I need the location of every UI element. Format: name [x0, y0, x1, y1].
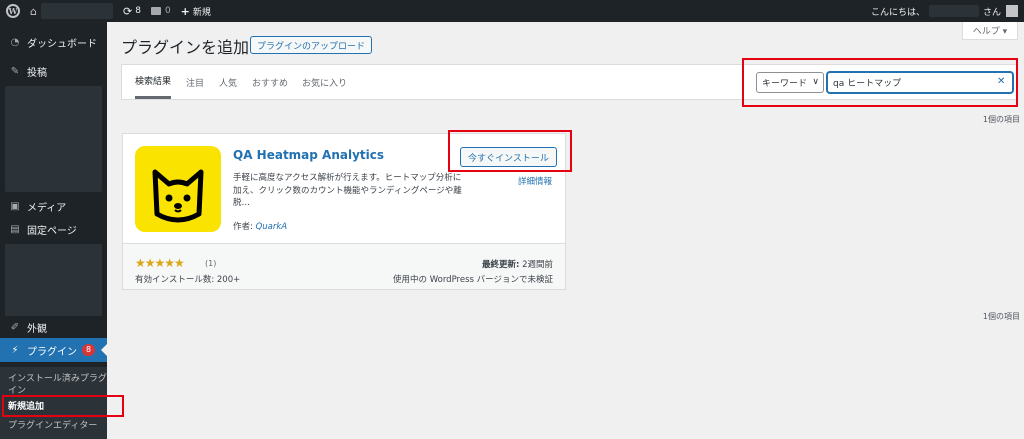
sidebar-item-posts[interactable]: ✎ 投稿 — [0, 59, 107, 83]
tab-popular[interactable]: 人気 — [219, 65, 237, 99]
sidebar-item-label: 投稿 — [27, 67, 47, 79]
submenu-plugin-editor[interactable]: プラグインエディター — [8, 420, 97, 432]
home-icon: ⌂ — [30, 4, 37, 18]
new-content-menu[interactable]: + 新規 — [176, 0, 216, 22]
dashboard-icon: ◔ — [10, 36, 20, 48]
author-link[interactable]: QuarkA — [256, 222, 288, 232]
results-count-bottom: 1個の項目 — [982, 312, 1020, 321]
new-content-label: 新規 — [192, 7, 211, 18]
greeting-text: こんにちは、 — [870, 7, 925, 18]
honorific-text: さん — [982, 7, 1001, 18]
comments-icon — [150, 7, 161, 15]
tab-featured[interactable]: 注目 — [186, 65, 204, 99]
pushpin-icon: ✎ — [10, 65, 20, 77]
updates-icon: ⟳ — [122, 4, 133, 18]
sidebar-item-plugins[interactable]: ⚡ プラグイン 8 — [0, 338, 107, 362]
plugin-name-link[interactable]: QA Heatmap Analytics — [233, 148, 384, 162]
admin-sidebar: ◔ ダッシュボード ✎ 投稿 ▣ メディア ▤ 固定ページ ✐ 外観 ⚡ プラグ… — [0, 22, 107, 439]
redacted-menu-items — [5, 244, 102, 316]
star-rating: ★★★★★ — [135, 256, 185, 270]
sidebar-item-label: プラグイン — [27, 346, 77, 358]
plugins-update-badge: 8 — [82, 344, 96, 356]
site-name-menu[interactable]: ⌂ — [25, 0, 118, 22]
upload-plugin-button[interactable]: プラグインのアップロード — [250, 36, 373, 54]
compatibility-status: 使用中の WordPress バージョンで未検証 — [393, 275, 553, 285]
updates-count: 8 — [135, 6, 141, 16]
comments-menu[interactable]: 0 — [146, 0, 176, 22]
more-details-link[interactable]: 詳細情報 — [518, 175, 552, 187]
plugin-author: 作者: QuarkA — [233, 220, 287, 232]
last-updated-value: 2週間前 — [519, 260, 553, 270]
admin-bar: W ⌂ ⟳ 8 0 + 新規 こんにちは、 さん — [0, 0, 1024, 22]
rating-count[interactable]: (1) — [205, 259, 216, 268]
tab-favorites[interactable]: お気に入り — [302, 65, 347, 99]
highlight-box-add-new — [2, 395, 124, 417]
sidebar-item-label: 外観 — [27, 323, 47, 335]
media-icon: ▣ — [10, 200, 20, 212]
submenu-label: インストール済みプラグ — [8, 374, 107, 384]
comments-count: 0 — [164, 6, 171, 16]
avatar — [1006, 5, 1018, 17]
page-title: プラグインを追加 — [121, 38, 250, 57]
sidebar-item-label: ダッシュボード — [27, 38, 97, 50]
active-menu-arrow — [101, 344, 107, 356]
pages-icon: ▤ — [10, 223, 20, 235]
sidebar-item-media[interactable]: ▣ メディア — [0, 194, 107, 218]
plugin-card-footer: ★★★★★ (1) 有効インストール数: 200+ 最終更新: 2週間前 使用中… — [123, 243, 565, 289]
plus-icon: + — [180, 4, 190, 18]
sidebar-item-label: 固定ページ — [27, 225, 77, 237]
redacted-menu-items — [5, 86, 102, 192]
active-installs: 有効インストール数: 200+ — [135, 275, 241, 285]
my-account-menu[interactable]: こんにちは、 さん — [871, 0, 1024, 22]
plugin-icon: ⚡ — [11, 344, 19, 356]
last-updated: 最終更新: 2週間前 — [482, 258, 553, 270]
wordpress-logo-icon: W — [6, 4, 20, 18]
paintbrush-icon: ✐ — [10, 321, 20, 333]
dog-face-icon — [152, 169, 204, 223]
help-tab-button[interactable]: ヘルプ ▾ — [962, 22, 1018, 40]
plugin-description: 手軽に高度なアクセス解析が行えます。ヒートマップ分析に加え、クリック数のカウント… — [233, 173, 462, 208]
wp-logo-menu[interactable]: W — [0, 0, 25, 22]
sidebar-item-dashboard[interactable]: ◔ ダッシュボード — [0, 30, 107, 54]
last-updated-label: 最終更新: — [481, 260, 520, 270]
author-label: 作者: — [233, 222, 256, 232]
sidebar-item-appearance[interactable]: ✐ 外観 — [0, 315, 107, 339]
site-name-redacted — [40, 3, 113, 19]
tab-recommended[interactable]: おすすめ — [252, 65, 288, 99]
tab-search-results[interactable]: 検索結果 — [135, 65, 172, 99]
submenu-installed-plugins[interactable]: インストール済みプラグ イン — [8, 373, 107, 397]
updates-menu[interactable]: ⟳ 8 — [118, 0, 146, 22]
plugin-logo-icon[interactable] — [135, 146, 221, 232]
results-count-top: 1個の項目 — [982, 115, 1020, 124]
user-name-redacted — [928, 5, 979, 17]
highlight-box-search — [742, 58, 1018, 107]
sidebar-item-label: メディア — [27, 202, 67, 214]
highlight-box-install — [448, 130, 572, 172]
sidebar-item-pages[interactable]: ▤ 固定ページ — [0, 217, 107, 241]
